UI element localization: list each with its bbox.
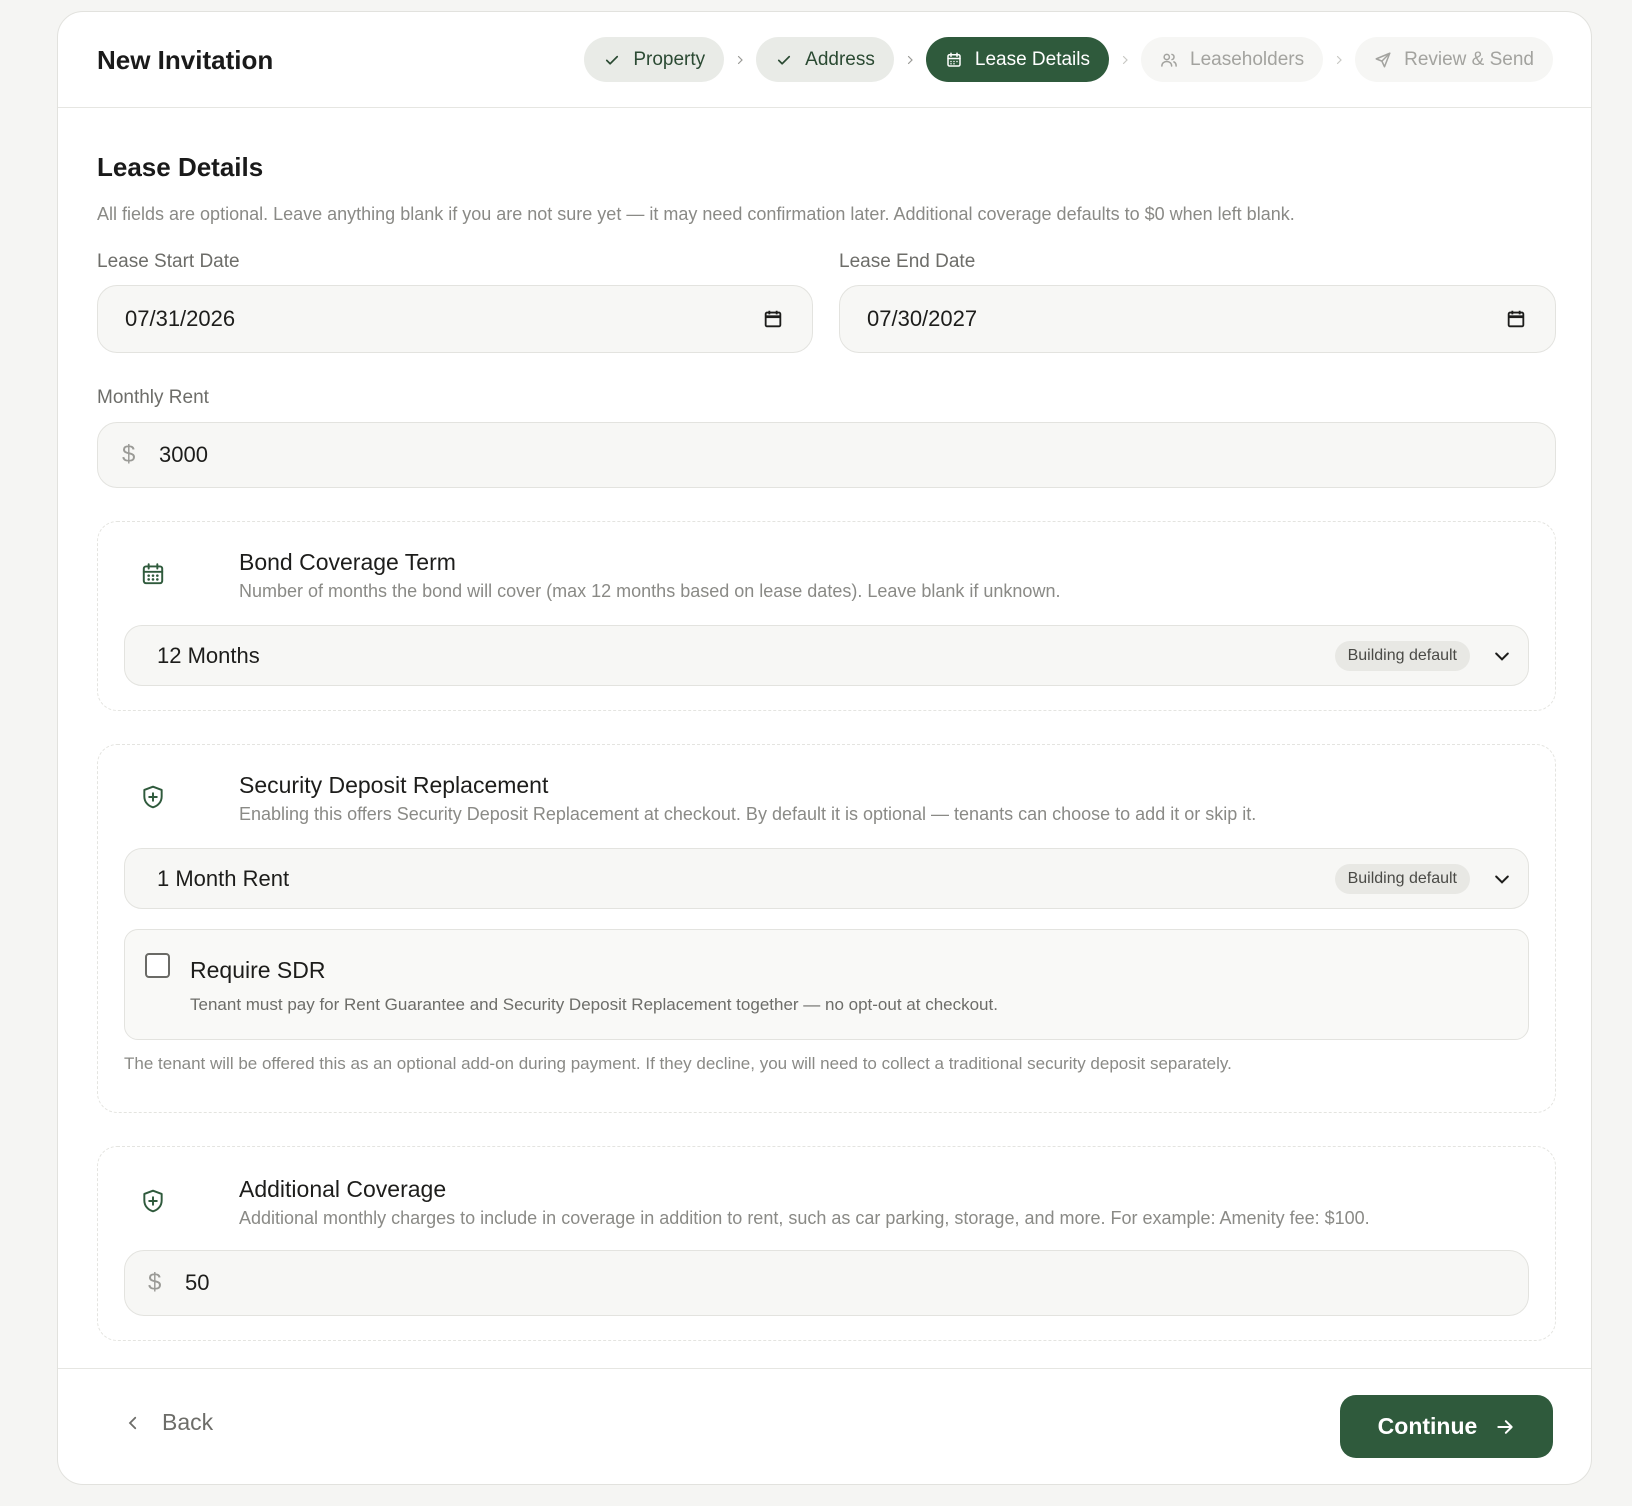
lease-end-value: 07/30/2027 [867, 306, 978, 331]
monthly-rent-value: 3000 [159, 442, 208, 467]
bond-term-select[interactable]: 12 Months Building default [124, 625, 1529, 686]
bond-term-value: 12 Months [157, 642, 260, 668]
check-icon [778, 55, 791, 65]
lease-start-date-input[interactable]: 07/31/2026 [97, 285, 813, 353]
step-label: Property [633, 48, 706, 70]
step-lease-details[interactable]: Lease Details [925, 37, 1109, 82]
section-description: All fields are optional. Leave anything … [97, 204, 1295, 224]
bond-coverage-description: Number of months the bond will cover (ma… [239, 581, 1061, 601]
monthly-rent-label: Monthly Rent [97, 387, 209, 408]
chevron-right-icon [1323, 54, 1355, 66]
sdr-note: The tenant will be offered this as an op… [124, 1054, 1232, 1073]
chevron-right-icon [1109, 54, 1141, 66]
sdr-select[interactable]: 1 Month Rent Building default [124, 848, 1529, 909]
sdr-panel: Security Deposit Replacement Enabling th… [97, 744, 1556, 1113]
bond-coverage-title: Bond Coverage Term [239, 549, 456, 575]
additional-coverage-value: 50 [185, 1270, 210, 1295]
lease-end-label: Lease End Date [839, 251, 976, 272]
step-label: Leaseholders [1190, 48, 1305, 70]
lease-start-value: 07/31/2026 [125, 306, 236, 331]
step-property[interactable]: Property [584, 37, 725, 82]
calendar-icon[interactable] [1505, 308, 1527, 330]
calendar-icon [142, 563, 164, 585]
status-badge: Building default [1334, 640, 1470, 671]
bond-coverage-panel: Bond Coverage Term Number of months the … [97, 521, 1556, 711]
page-title: New Invitation [97, 45, 274, 75]
sdr-description: Enabling this offers Security Deposit Re… [239, 804, 1257, 824]
sdr-title: Security Deposit Replacement [239, 772, 549, 798]
step-review-send[interactable]: Review & Send [1355, 37, 1553, 82]
chevron-down-icon [1495, 875, 1509, 884]
calendar-icon [947, 52, 961, 67]
sdr-value: 1 Month Rent [157, 865, 290, 891]
continue-label: Continue [1377, 1413, 1478, 1439]
back-button[interactable]: Back [124, 1409, 213, 1436]
shield-plus-icon [143, 785, 163, 809]
dollar-icon: $ [122, 441, 136, 468]
shield-plus-icon [143, 1189, 163, 1213]
require-sdr-option: Require SDR Tenant must pay for Rent Gua… [124, 929, 1529, 1040]
users-icon [1161, 53, 1177, 67]
chevron-left-icon [128, 1416, 137, 1429]
header: New Invitation Property Address Lease De… [58, 12, 1591, 108]
stepper: Property Address Lease Details Leasehold… [584, 37, 1553, 82]
section-title: Lease Details [97, 152, 264, 182]
additional-coverage-input[interactable]: $ 50 [124, 1250, 1529, 1316]
chevron-right-icon [724, 54, 756, 66]
chevron-down-icon [1495, 652, 1509, 661]
require-sdr-label: Require SDR [190, 957, 326, 983]
step-label: Review & Send [1404, 48, 1534, 70]
calendar-icon[interactable] [762, 308, 784, 330]
continue-button[interactable]: Continue [1340, 1395, 1553, 1458]
step-label: Lease Details [974, 48, 1090, 70]
footer: Back Continue [58, 1368, 1591, 1484]
arrow-right-icon [1497, 1419, 1513, 1434]
step-label: Address [805, 48, 875, 70]
invitation-card: New Invitation Property Address Lease De… [57, 11, 1592, 1485]
additional-coverage-title: Additional Coverage [239, 1176, 447, 1202]
step-leaseholders[interactable]: Leaseholders [1141, 37, 1324, 82]
back-label: Back [162, 1409, 214, 1435]
additional-coverage-panel: Additional Coverage Additional monthly c… [97, 1146, 1556, 1341]
step-address[interactable]: Address [756, 37, 894, 82]
check-icon [606, 55, 619, 65]
additional-coverage-description: Additional monthly charges to include in… [239, 1208, 1370, 1228]
lease-end-date-input[interactable]: 07/30/2027 [839, 285, 1556, 353]
status-badge: Building default [1334, 863, 1470, 894]
require-sdr-description: Tenant must pay for Rent Guarantee and S… [190, 995, 998, 1014]
chevron-right-icon [894, 54, 926, 66]
lease-start-label: Lease Start Date [97, 251, 240, 272]
require-sdr-checkbox[interactable] [145, 953, 170, 978]
monthly-rent-input[interactable]: $ 3000 [97, 422, 1556, 488]
dollar-icon: $ [148, 1269, 162, 1296]
send-icon [1375, 52, 1391, 67]
